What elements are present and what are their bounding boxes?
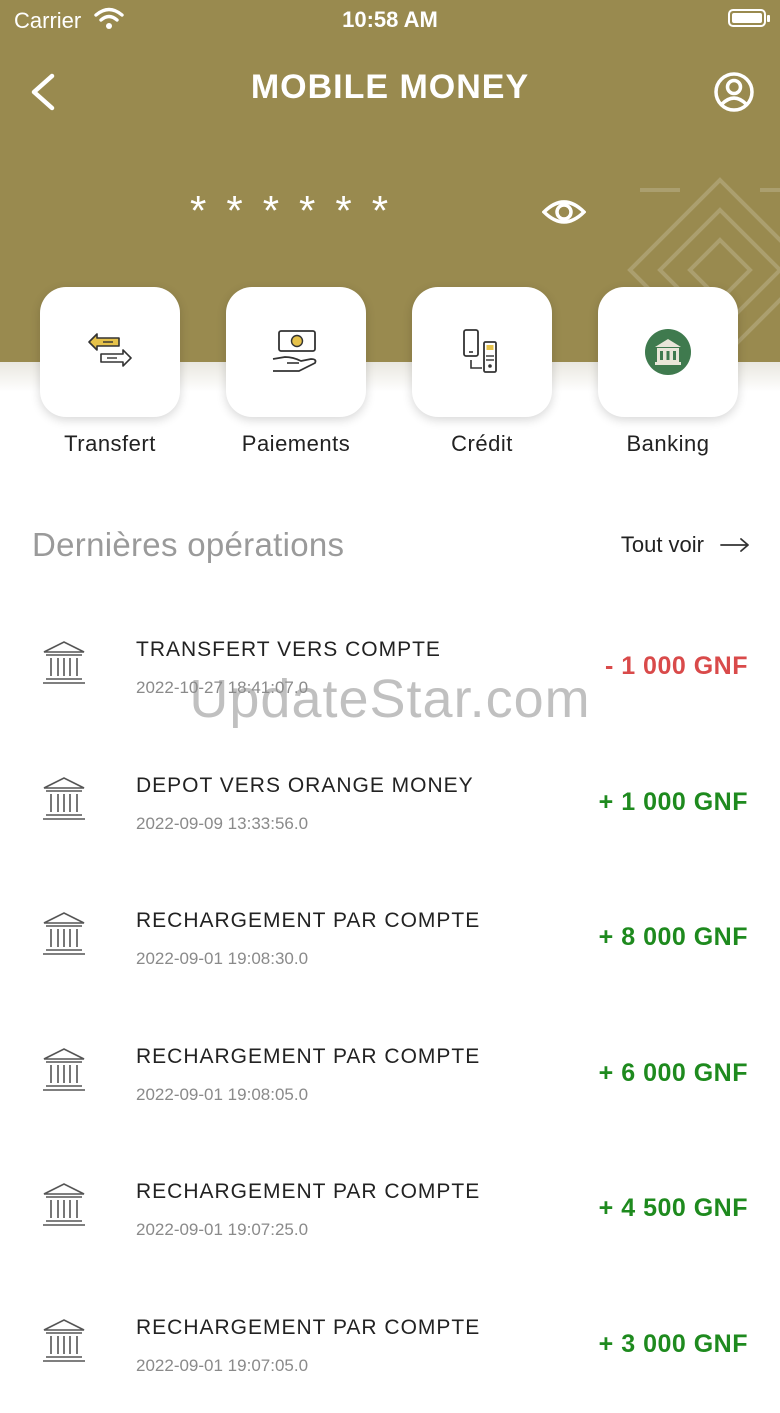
bank-icon bbox=[43, 1048, 85, 1091]
action-label: Banking bbox=[626, 431, 710, 456]
transfer-icon bbox=[88, 333, 132, 367]
status-time: 10:58 AM bbox=[342, 7, 438, 32]
action-label: Crédit bbox=[451, 431, 513, 456]
operation-amount: + 8 000 GNF bbox=[598, 923, 748, 951]
bank-icon bbox=[43, 912, 85, 955]
action-transfert[interactable]: Transfert bbox=[40, 287, 180, 457]
operation-date: 2022-09-01 19:07:05.0 bbox=[136, 1356, 309, 1375]
operation-title: RECHARGEMENT PAR COMPTE bbox=[136, 1316, 481, 1339]
payment-icon bbox=[272, 330, 317, 372]
operation-date: 2022-10-27 18:41:07.0 bbox=[136, 678, 309, 697]
operation-title: RECHARGEMENT PAR COMPTE bbox=[136, 909, 481, 932]
credit-icon bbox=[463, 329, 497, 373]
operation-date: 2022-09-01 19:08:30.0 bbox=[136, 949, 309, 968]
bank-icon bbox=[43, 1183, 85, 1226]
status-bar: Carrier 10:58 AM bbox=[0, 0, 780, 40]
operation-title: TRANSFERT VERS COMPTE bbox=[136, 638, 441, 661]
profile-icon[interactable] bbox=[712, 70, 756, 114]
action-banking[interactable]: Banking bbox=[598, 287, 738, 457]
banking-icon bbox=[645, 329, 691, 375]
operation-amount: + 4 500 GNF bbox=[598, 1194, 748, 1222]
see-all-label: Tout voir bbox=[620, 532, 704, 557]
action-tile[interactable] bbox=[40, 287, 180, 417]
eye-icon[interactable] bbox=[542, 192, 586, 232]
list-item[interactable]: DEPOT VERS ORANGE MONEY 2022-09-09 13:33… bbox=[0, 736, 780, 871]
operation-amount: + 3 000 GNF bbox=[598, 1330, 748, 1358]
operation-date: 2022-09-01 19:07:25.0 bbox=[136, 1220, 309, 1239]
list-item[interactable]: RECHARGEMENT PAR COMPTE 2022-09-01 19:07… bbox=[0, 1278, 780, 1413]
arrow-right-icon bbox=[720, 538, 749, 552]
list-item[interactable]: RECHARGEMENT PAR COMPTE 2022-09-01 19:08… bbox=[0, 1007, 780, 1142]
see-all-link[interactable]: Tout voir bbox=[621, 532, 750, 558]
operation-title: RECHARGEMENT PAR COMPTE bbox=[136, 1180, 481, 1203]
operation-date: 2022-09-09 13:33:56.0 bbox=[136, 814, 309, 833]
list-item[interactable]: RECHARGEMENT PAR COMPTE 2022-09-01 19:08… bbox=[0, 871, 780, 1006]
battery-icon bbox=[728, 9, 770, 27]
bank-icon bbox=[43, 777, 85, 820]
action-label: Paiements bbox=[241, 431, 351, 456]
bank-icon bbox=[43, 641, 85, 684]
operation-amount: + 6 000 GNF bbox=[598, 1059, 748, 1087]
operation-title: RECHARGEMENT PAR COMPTE bbox=[136, 1045, 481, 1068]
operations-section-title: Dernières opérations bbox=[32, 526, 345, 563]
action-tile[interactable] bbox=[226, 287, 366, 417]
operation-amount: + 1 000 GNF bbox=[598, 788, 748, 816]
list-item[interactable]: TRANSFERT VERS COMPTE 2022-10-27 18:41:0… bbox=[0, 600, 780, 735]
action-paiements[interactable]: Paiements bbox=[226, 287, 366, 457]
operation-amount: - 1 000 GNF bbox=[604, 652, 748, 680]
action-tile[interactable] bbox=[598, 287, 738, 417]
page-title: MOBILE MONEY bbox=[250, 68, 530, 106]
bank-icon bbox=[43, 1319, 85, 1362]
action-credit[interactable]: Crédit bbox=[412, 287, 552, 457]
quick-actions: Transfert Paiements Crédit Banking bbox=[0, 287, 780, 467]
list-item[interactable]: RECHARGEMENT PAR COMPTE 2022-09-01 19:07… bbox=[0, 1142, 780, 1277]
operation-date: 2022-09-01 19:08:05.0 bbox=[136, 1085, 309, 1104]
operation-title: DEPOT VERS ORANGE MONEY bbox=[136, 774, 474, 797]
masked-balance: ****** bbox=[190, 187, 409, 234]
action-label: Transfert bbox=[64, 431, 156, 456]
action-tile[interactable] bbox=[412, 287, 552, 417]
